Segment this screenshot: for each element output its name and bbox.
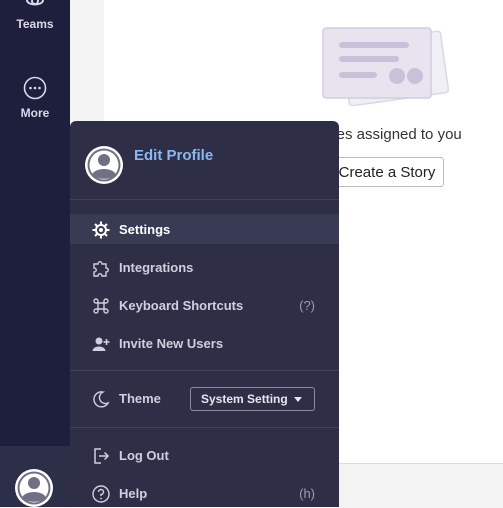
user-avatar-button[interactable] [0,446,70,507]
more-icon [23,76,47,100]
profile-menu: Edit Profile Settings Integrations Keybo… [70,121,339,507]
menu-item-label: Log Out [119,448,169,463]
empty-state-illustration [322,27,450,106]
menu-divider [70,427,339,428]
nav-teams[interactable]: Teams [0,0,70,40]
menu-header: Edit Profile [70,121,339,199]
logout-icon [94,448,110,464]
add-user-icon [92,337,110,351]
empty-state-text: ories assigned to you [320,126,462,143]
profile-avatar [85,146,123,184]
menu-item-label: Keyboard Shortcuts [119,298,244,313]
menu-divider [70,370,339,371]
menu-item-help[interactable]: Help (h) [70,478,339,507]
nav-more[interactable]: More [0,72,70,122]
menu-item-label: Settings [119,222,171,237]
menu-item-label: Invite New Users [119,336,224,351]
avatar [15,469,53,507]
shortcut-hint: (?) [299,298,315,313]
gear-icon [92,221,110,239]
help-icon [92,485,110,503]
create-story-button[interactable]: Create a Story [330,157,444,187]
menu-divider [70,199,339,200]
puzzle-icon [93,261,109,277]
theme-select[interactable]: System Setting [190,387,315,411]
menu-item-log-out[interactable]: Log Out [70,440,339,470]
nav-teams-label: Teams [16,17,54,31]
left-navigation: Teams More [0,0,70,507]
teams-icon [26,0,44,6]
menu-item-invite-users[interactable]: Invite New Users [70,328,339,358]
menu-item-settings[interactable]: Settings [70,214,339,244]
edit-profile-link[interactable]: Edit Profile [134,147,213,164]
menu-item-keyboard-shortcuts[interactable]: Keyboard Shortcuts (?) [70,290,339,320]
menu-item-integrations[interactable]: Integrations [70,252,339,282]
chevron-down-icon [294,397,302,402]
menu-item-label: Help [119,486,148,501]
command-icon [93,298,109,314]
theme-selected-value: System Setting [201,392,288,406]
nav-more-label: More [20,106,50,120]
shortcut-hint: (h) [299,486,315,501]
menu-item-label: Integrations [119,260,194,275]
menu-caret [60,482,69,494]
theme-label: Theme [119,391,161,406]
moon-icon [93,391,110,408]
